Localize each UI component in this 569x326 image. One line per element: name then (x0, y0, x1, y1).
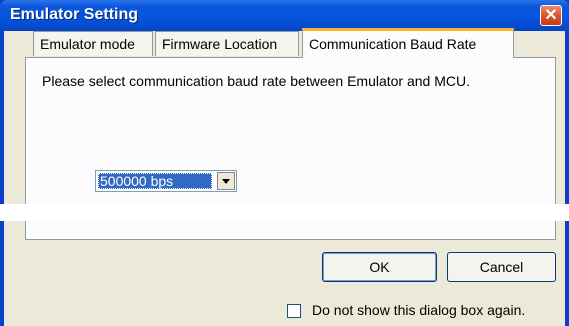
dont-show-again-checkbox[interactable] (287, 304, 301, 318)
title-bar[interactable]: Emulator Setting ✕ (0, 0, 569, 31)
instruction-text: Please select communication baud rate be… (42, 73, 470, 89)
cancel-button[interactable]: Cancel (447, 252, 556, 282)
tab-firmware-location[interactable]: Firmware Location (155, 31, 299, 56)
chevron-down-icon (222, 179, 230, 184)
close-icon: ✕ (544, 7, 558, 24)
baud-rate-value: 500000 bps (98, 173, 212, 189)
capture-gap (0, 204, 569, 221)
tab-emulator-mode[interactable]: Emulator mode (33, 31, 153, 56)
window-title: Emulator Setting (10, 6, 139, 23)
ok-button[interactable]: OK (322, 252, 437, 282)
dropdown-button[interactable] (217, 172, 235, 190)
close-button[interactable]: ✕ (540, 5, 562, 26)
tab-communication-baud-rate[interactable]: Communication Baud Rate (302, 28, 514, 58)
baud-rate-select[interactable]: 500000 bps (95, 170, 237, 192)
dont-show-again-label[interactable]: Do not show this dialog box again. (312, 302, 525, 318)
